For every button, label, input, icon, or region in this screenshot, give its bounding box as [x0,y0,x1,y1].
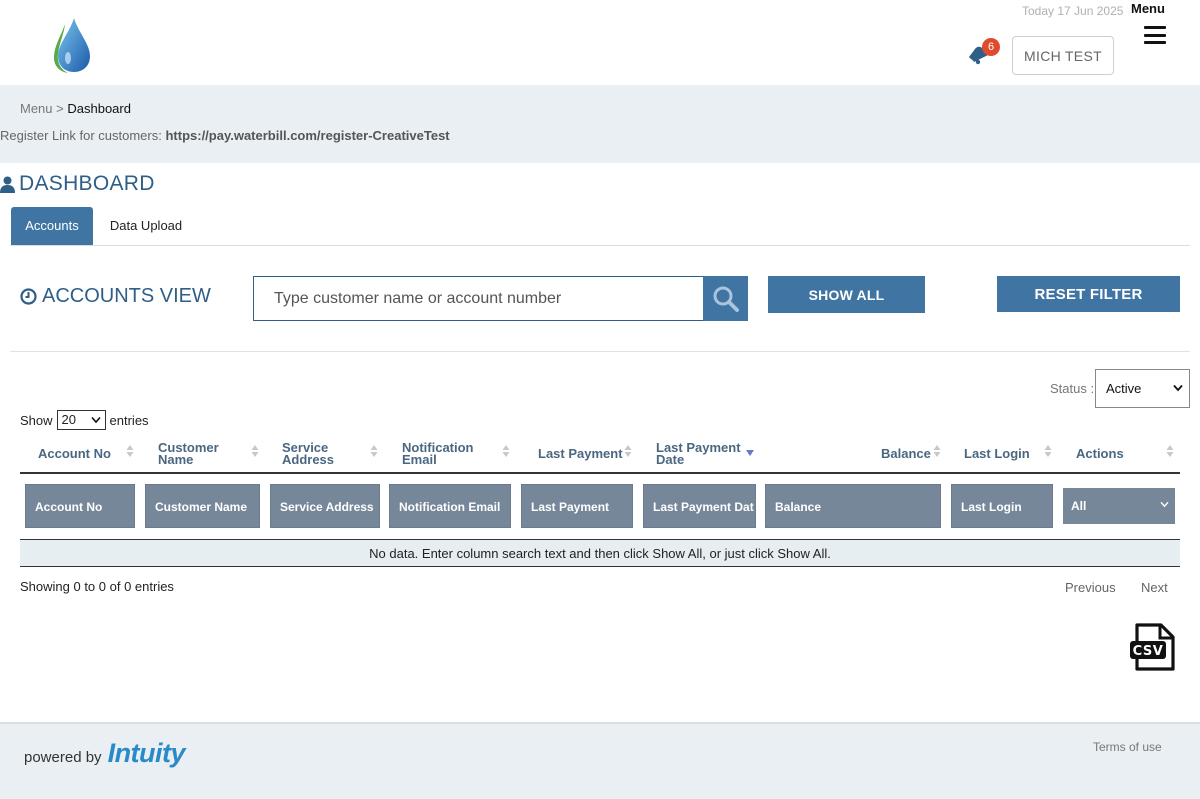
water-drop-logo-icon [54,18,90,73]
status-select[interactable]: Active [1095,369,1190,408]
breadcrumb-menu-link[interactable]: Menu [20,101,53,116]
column-header-customer-name[interactable]: Customer Name [158,435,268,472]
page-title-text: DASHBOARD [19,172,155,195]
entries-per-page-select[interactable]: 20 [56,410,106,430]
top-header: Today 17 Jun 2025 Menu 6 MICH TEST [0,0,1200,85]
column-header-balance[interactable]: Balance [881,435,951,472]
accounts-view-title: ACCOUNTS VIEW [20,285,211,308]
terms-of-use-link[interactable]: Terms of use [1093,740,1162,754]
pagination-previous[interactable]: Previous [1065,580,1116,595]
filter-actions-select[interactable]: All [1063,488,1175,524]
column-header-notification-email[interactable]: Notification Email [402,435,522,472]
chevron-down-icon [1173,384,1183,392]
user-account-button[interactable]: MICH TEST [1012,36,1114,75]
show-all-button[interactable]: SHOW ALL [768,276,925,313]
breadcrumb-current: Dashboard [67,101,131,116]
show-entries: Show 20 entries [20,410,149,430]
hamburger-menu-icon[interactable] [1144,26,1166,44]
breadcrumb-band: Menu > Dashboard Register Link for custo… [0,85,1200,163]
search-button[interactable] [703,276,748,321]
user-icon [0,176,15,193]
tab-accounts[interactable]: Accounts [11,207,93,245]
intuity-logo: Intuity [107,738,186,768]
column-header-last-payment-date[interactable]: Last Payment Date [656,435,766,472]
sort-icon [126,445,134,457]
tab-data-upload[interactable]: Data Upload [100,207,192,245]
register-link-url[interactable]: https://pay.waterbill.com/register-Creat… [165,128,449,143]
notification-count-badge: 6 [982,38,1000,56]
filter-last-payment[interactable]: Last Payment [521,484,633,528]
filter-last-payment-date[interactable]: Last Payment Dat [643,484,756,528]
filter-actions-value: All [1071,499,1087,513]
today-date: Today 17 Jun 2025 [1022,4,1124,18]
pagination-info: Showing 0 to 0 of 0 entries [20,579,174,594]
csv-export-icon[interactable]: CSV [1129,622,1177,672]
clock-icon [20,288,37,305]
pagination-next[interactable]: Next [1141,580,1168,595]
register-link-label: Register Link for customers: [0,128,162,143]
column-header-last-payment[interactable]: Last Payment [538,435,638,472]
column-header-last-login[interactable]: Last Login [964,435,1059,472]
sort-icon [933,445,941,457]
section-divider [10,351,1190,352]
reset-filter-button[interactable]: RESET FILTER [997,276,1180,312]
register-link-row: Register Link for customers: https://pay… [0,128,450,143]
page-title: DASHBOARD [0,172,155,196]
show-entries-label: Show [20,412,53,428]
accounts-view-title-text: ACCOUNTS VIEW [42,285,211,307]
column-header-actions[interactable]: Actions [1076,435,1180,472]
entries-per-page-value: 20 [61,412,76,427]
search-input[interactable] [253,276,704,321]
show-entries-suffix: entries [109,412,149,428]
sort-icon [370,445,378,457]
table-empty-row: No data. Enter column search text and th… [20,540,1180,567]
chevron-down-icon [90,416,101,424]
powered-by: powered by Intuity [24,738,186,769]
breadcrumb: Menu > Dashboard [20,101,131,116]
filter-balance[interactable]: Balance [765,484,941,528]
column-header-service-address[interactable]: Service Address [282,435,392,472]
filter-notification-email[interactable]: Notification Email [389,484,511,528]
sort-icon [251,445,259,457]
filter-last-login[interactable]: Last Login [951,484,1053,528]
filter-service-address[interactable]: Service Address [270,484,380,528]
powered-by-label: powered by [24,749,102,766]
chevron-down-icon [1160,501,1169,508]
filter-account-no[interactable]: Account No [25,484,135,528]
column-header-account-no[interactable]: Account No [38,435,158,472]
tab-bar: Accounts Data Upload [10,207,1190,246]
breadcrumb-separator: > [56,101,64,116]
filter-customer-name[interactable]: Customer Name [145,484,260,528]
table-header: Account No Customer Name Service Address… [20,435,1180,474]
svg-text:CSV: CSV [1133,644,1164,659]
status-label: Status : [1050,381,1095,396]
sort-icon [1166,445,1174,457]
page-footer: powered by Intuity Terms of use [0,722,1200,799]
sort-icon [502,445,510,457]
search-icon [713,286,739,312]
sort-descending-icon [746,450,754,456]
sort-icon [1044,445,1052,457]
status-select-value: Active [1106,381,1142,396]
sort-icon [624,445,632,457]
menu-label: Menu [1131,1,1165,16]
